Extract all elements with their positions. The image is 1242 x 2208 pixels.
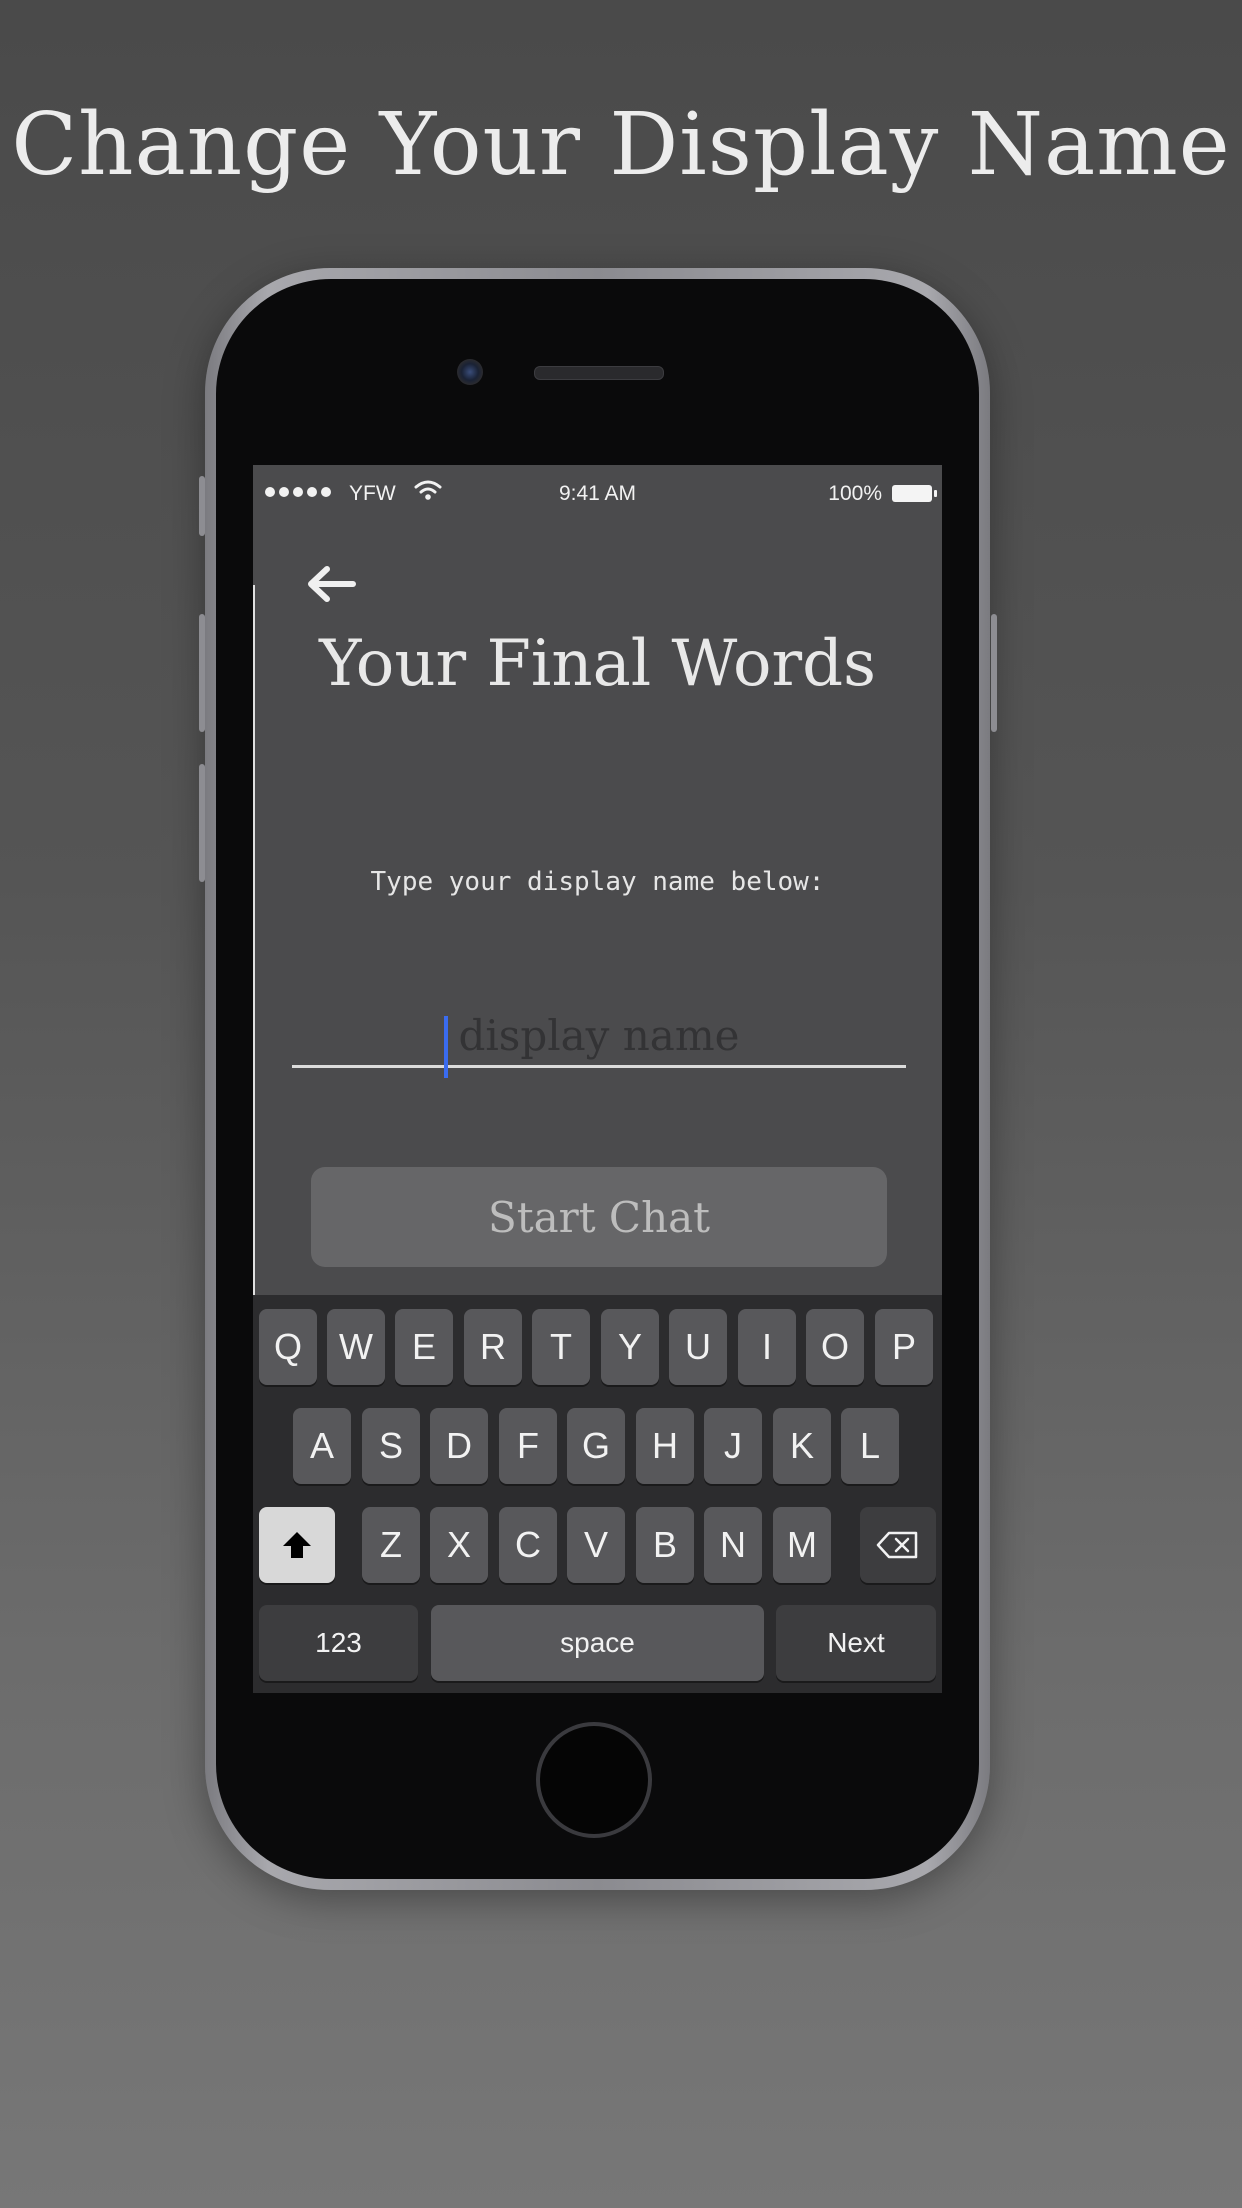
delete-key[interactable] [860, 1507, 936, 1583]
key-z[interactable]: Z [362, 1507, 420, 1583]
volume-down-button [199, 764, 205, 882]
numbers-key[interactable]: 123 [259, 1605, 418, 1681]
backspace-icon [876, 1531, 918, 1559]
key-l[interactable]: L [841, 1408, 899, 1484]
back-arrow-icon[interactable] [305, 563, 357, 605]
shift-arrow-icon [283, 1532, 311, 1558]
key-g[interactable]: G [567, 1408, 625, 1484]
next-key[interactable]: Next [776, 1605, 936, 1681]
status-bar: YFW 9:41 AM 100% [253, 465, 942, 523]
key-n[interactable]: N [704, 1507, 762, 1583]
power-button [991, 614, 997, 732]
key-f[interactable]: F [499, 1408, 557, 1484]
key-e[interactable]: E [395, 1309, 453, 1385]
key-o[interactable]: O [806, 1309, 864, 1385]
mute-switch [199, 476, 205, 536]
on-screen-keyboard: Q W E R T Y U I O P A S D F G H J K L Z … [253, 1295, 942, 1693]
front-camera [457, 359, 483, 385]
text-cursor [444, 1016, 448, 1078]
key-u[interactable]: U [669, 1309, 727, 1385]
app-title: Your Final Words [319, 627, 876, 701]
space-key[interactable]: space [431, 1605, 764, 1681]
key-v[interactable]: V [567, 1507, 625, 1583]
start-chat-button[interactable]: Start Chat [311, 1167, 887, 1267]
key-m[interactable]: M [773, 1507, 831, 1583]
shift-key[interactable] [259, 1507, 335, 1583]
key-b[interactable]: B [636, 1507, 694, 1583]
key-r[interactable]: R [464, 1309, 522, 1385]
display-name-prompt: Type your display name below: [370, 867, 825, 897]
home-button[interactable] [536, 1722, 652, 1838]
key-s[interactable]: S [362, 1408, 420, 1484]
key-a[interactable]: A [293, 1408, 351, 1484]
display-name-input[interactable] [292, 1005, 906, 1068]
key-x[interactable]: X [430, 1507, 488, 1583]
key-j[interactable]: J [704, 1408, 762, 1484]
promo-headline: Change Your Display Name [11, 95, 1231, 195]
key-q[interactable]: Q [259, 1309, 317, 1385]
phone-screen: YFW 9:41 AM 100% Your Final Words Type y… [253, 465, 942, 1693]
key-y[interactable]: Y [601, 1309, 659, 1385]
key-w[interactable]: W [327, 1309, 385, 1385]
battery-icon [892, 485, 937, 502]
key-h[interactable]: H [636, 1408, 694, 1484]
key-c[interactable]: C [499, 1507, 557, 1583]
key-i[interactable]: I [738, 1309, 796, 1385]
key-d[interactable]: D [430, 1408, 488, 1484]
key-k[interactable]: K [773, 1408, 831, 1484]
volume-up-button [199, 614, 205, 732]
key-t[interactable]: T [532, 1309, 590, 1385]
earpiece-speaker [534, 366, 664, 380]
key-p[interactable]: P [875, 1309, 933, 1385]
battery-percent: 100% [828, 482, 882, 505]
